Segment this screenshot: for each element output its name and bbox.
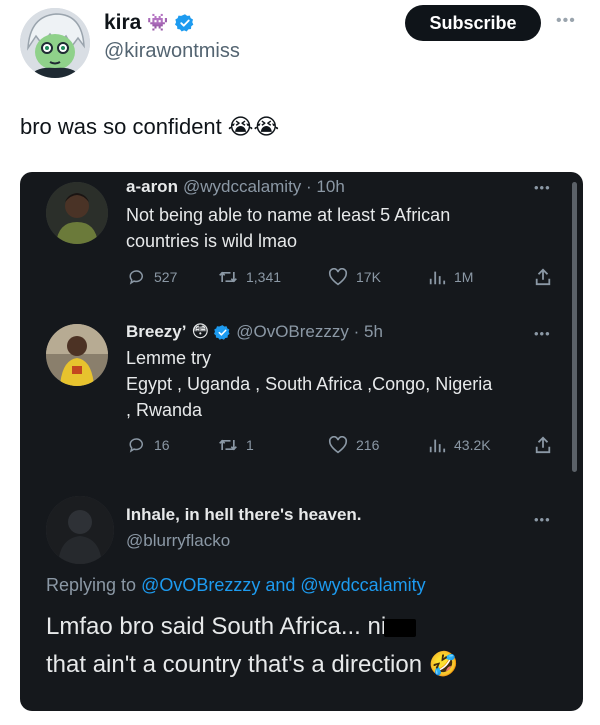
retweet-button[interactable]: 1,341 [218,268,281,286]
avatar-image [20,8,90,78]
tweet3-name[interactable]: Inhale, in hell there's heaven. [126,505,362,525]
avatar[interactable] [20,8,90,78]
tweet-text-body: bro was so confident [20,114,222,139]
avatar[interactable] [46,496,114,564]
analytics-icon [429,271,446,285]
share-icon [535,436,551,454]
tweet1-body: Not being able to name at least 5 Africa… [126,202,450,254]
rofl-emoji: 🤣 [428,651,459,678]
flushed-emoji: 😳 [191,322,210,341]
tweet1-handle-time[interactable]: @wydccalamity · 10h [183,177,345,197]
views-count: 43.2K [454,437,491,453]
verified-badge-icon [214,324,230,340]
avatar[interactable] [46,182,108,244]
reply-count: 16 [154,437,170,453]
tweet3-line2: that ain't a country that's a direction [46,651,423,678]
tweet3-header: Inhale, in hell there's heaven. [126,505,362,525]
tweet1-header: a-aron @wydccalamity · 10h [126,177,345,197]
tweet2-body: Lemme try Egypt , Uganda , South Africa … [126,345,492,423]
tweet1-more-icon[interactable]: ••• [534,180,551,195]
like-button[interactable]: 17K [328,268,381,286]
heart-icon [328,268,348,286]
views-button[interactable]: 43.2K [428,436,491,454]
name-row: kira 👾 [104,10,195,36]
avatar-image [46,324,108,386]
reply-icon [129,270,143,285]
replying-to: Replying to @OvOBrezzzy and @wydccalamit… [46,575,426,596]
reply-count: 527 [154,269,178,285]
retweet-button[interactable]: 1 [218,436,254,454]
tweet2-header: Breezy’ 😳 @OvOBrezzzy · 5h [126,322,383,342]
tweet2-line: , Rwanda [126,400,203,420]
retweet-icon [219,271,237,283]
author-handle[interactable]: @kirawontmiss [104,40,240,63]
tweet1-line: Not being able to name at least 5 Africa… [126,205,451,225]
subscribe-button[interactable]: Subscribe [405,5,541,41]
replying-to-prefix: Replying to [46,575,142,595]
tweet-header: kira 👾 @kirawontmiss Subscribe ••• [0,0,600,90]
retweet-count: 1 [246,437,254,453]
reply-button[interactable]: 16 [128,436,170,454]
tweet1-name[interactable]: a-aron [126,177,178,197]
scrollbar [572,182,577,472]
analytics-icon [429,439,446,453]
tweet2-line: Egypt , Uganda , South Africa ,Congo, Ni… [126,374,493,394]
heart-icon [328,436,348,454]
tweet3-line1: Lmfao bro said South Africa... ni [46,613,387,640]
alien-monster-emoji: 👾 [147,13,169,32]
avatar-image [46,496,114,564]
replying-to-mentions[interactable]: @OvOBrezzzy and @wydccalamity [141,575,426,595]
like-count: 216 [356,437,380,453]
views-count: 1M [454,269,474,285]
tweet2-name[interactable]: Breezy’ [126,322,186,342]
reply-icon [129,438,143,453]
like-count: 17K [356,269,381,285]
views-button[interactable]: 1M [428,268,473,286]
retweet-icon [219,439,237,451]
tweet1-line: countries is wild lmao [126,231,298,251]
tweet3-line: Lmfao bro said South Africa... ni [46,608,459,646]
more-options-icon[interactable]: ••• [556,12,576,30]
verified-badge-icon [174,14,193,32]
avatar-image [46,182,108,244]
share-button[interactable] [534,436,552,454]
share-button[interactable] [534,268,552,286]
tweet2-handle-time[interactable]: @OvOBrezzzy · 5h [236,322,383,342]
reply-button[interactable]: 527 [128,268,177,286]
tweet3-line: that ain't a country that's a direction … [46,646,459,684]
share-icon [535,268,551,286]
tweet3-body: Lmfao bro said South Africa... ni that a… [46,608,459,684]
tweet-text: bro was so confident 😭😭 [20,114,279,140]
retweet-count: 1,341 [246,269,282,285]
display-name[interactable]: kira [104,11,141,35]
censor-bar [384,618,417,637]
like-button[interactable]: 216 [328,436,379,454]
avatar[interactable] [46,324,108,386]
tweet2-more-icon[interactable]: ••• [534,326,551,341]
tweet3-more-icon[interactable]: ••• [534,512,551,527]
tweet3-handle[interactable]: @blurryflacko [126,528,230,554]
tweet2-line: Lemme try [126,348,212,368]
crying-emoji: 😭😭 [227,114,280,139]
